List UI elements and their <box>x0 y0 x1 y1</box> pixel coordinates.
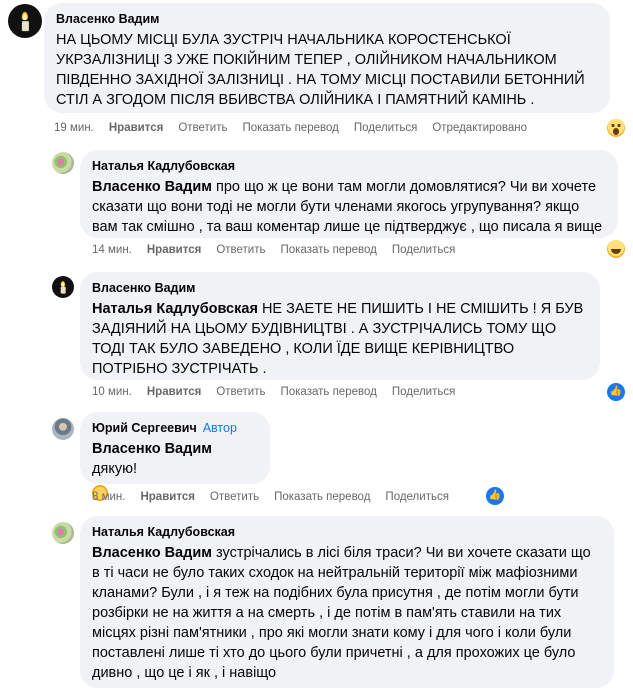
like-button[interactable]: Нравится <box>147 244 201 256</box>
avatar[interactable] <box>8 4 42 38</box>
haha-icon[interactable] <box>607 240 625 258</box>
candle-icon <box>20 11 30 31</box>
share-button[interactable]: Поделиться <box>392 386 456 398</box>
comment-author[interactable]: Наталья Кадлубовская <box>92 524 602 540</box>
reply-button[interactable]: Ответить <box>178 122 227 134</box>
comment-text: НА ЦЬОМУ МІСЦІ БУЛА ЗУСТРІЧ НАЧАЛЬНИКА К… <box>56 32 585 108</box>
like-icon[interactable]: 👍 <box>607 383 625 401</box>
reply-button[interactable]: Ответить <box>216 386 265 398</box>
candle-icon <box>60 280 67 294</box>
reply-button[interactable]: Ответить <box>216 244 265 256</box>
edited-label: Отредактировано <box>432 122 527 134</box>
translate-link[interactable]: Показать перевод <box>274 491 370 503</box>
comment-actions: 14 мин. Нравится Ответить Показать перев… <box>92 244 470 256</box>
comment-bubble: Власенко Вадим НА ЦЬОМУ МІСЦІ БУЛА ЗУСТР… <box>44 3 610 113</box>
comment-bubble: Юрий Сергеевич Автор Власенко Вадим дякую… <box>80 412 270 501</box>
mention-link[interactable]: Власенко Вадим <box>92 179 212 195</box>
comment-time[interactable]: 14 мин. <box>92 244 132 256</box>
avatar[interactable] <box>52 418 74 440</box>
avatar[interactable] <box>52 276 74 298</box>
comment-text: Власенко Вадим про що ж це вони там могл… <box>92 179 603 235</box>
comment-actions: 19 мин. Нравится Ответить Показать перев… <box>54 122 542 134</box>
share-button[interactable]: Поделиться <box>392 244 456 256</box>
comment-text: Власенко Вадим дякую! <box>92 441 212 477</box>
mention-link[interactable]: Наталья Кадлубовская <box>92 301 258 317</box>
comment-author[interactable]: Наталья Кадлубовская <box>92 158 606 174</box>
reply-button[interactable]: Ответить <box>210 491 259 503</box>
comment-text: Наталья Кадлубовская НЕ ЗАЕТЕ НЕ ПИШИТЬ … <box>92 301 584 377</box>
like-button[interactable]: Нравится <box>109 122 163 134</box>
wow-icon[interactable] <box>607 119 625 137</box>
mention-link[interactable]: Власенко Вадим <box>92 545 212 561</box>
comment-author[interactable]: Власенко Вадим <box>56 11 598 27</box>
comment-time[interactable]: 10 мин. <box>92 386 132 398</box>
comment-bubble: Наталья Кадлубовская Власенко Вадим зуст… <box>80 516 614 688</box>
comment-actions: 10 мин. Нравится Ответить Показать перев… <box>92 386 470 398</box>
like-icon[interactable]: 👍 <box>486 487 504 505</box>
comment-actions: 8 мин. Нравится Ответить Показать перево… <box>92 491 464 503</box>
translate-link[interactable]: Показать перевод <box>242 122 338 134</box>
comment-text: Власенко Вадим зустрічались в лісі біля … <box>92 545 591 681</box>
like-button[interactable]: Нравится <box>140 491 194 503</box>
comment-time[interactable]: 19 мин. <box>54 122 94 134</box>
like-button[interactable]: Нравится <box>147 386 201 398</box>
avatar[interactable] <box>52 522 74 544</box>
mention-link[interactable]: Власенко Вадим <box>92 441 212 457</box>
avatar[interactable] <box>52 152 74 174</box>
comment-author[interactable]: Власенко Вадим <box>92 280 588 296</box>
comment-bubble: Власенко Вадим Наталья Кадлубовская НЕ З… <box>80 272 600 380</box>
share-button[interactable]: Поделиться <box>354 122 418 134</box>
comment-author[interactable]: Юрий Сергеевич Автор <box>92 420 258 436</box>
author-badge: Автор <box>202 421 237 435</box>
translate-link[interactable]: Показать перевод <box>280 244 376 256</box>
share-button[interactable]: Поделиться <box>385 491 449 503</box>
translate-link[interactable]: Показать перевод <box>280 386 376 398</box>
comment-time[interactable]: 8 мин. <box>92 491 125 503</box>
comment-bubble: Наталья Кадлубовская Власенко Вадим про … <box>80 150 618 238</box>
